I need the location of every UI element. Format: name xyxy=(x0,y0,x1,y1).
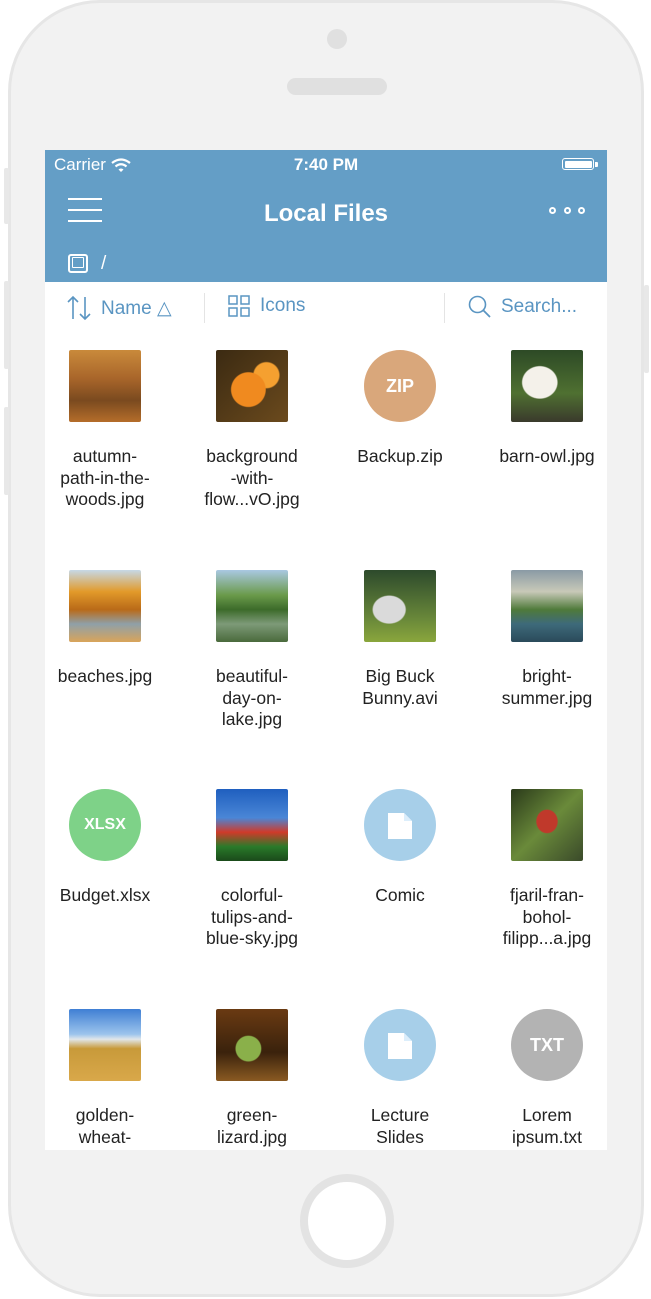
file-name-line: Lorem xyxy=(522,1105,572,1125)
image-thumbnail xyxy=(216,350,288,422)
image-thumbnail xyxy=(511,789,583,861)
file-name-line: ipsum.txt xyxy=(511,1126,583,1147)
tablet-device-icon[interactable] xyxy=(68,254,88,273)
mute-switch xyxy=(4,168,9,224)
file-name-label: green-lizard.jpg xyxy=(178,1105,326,1148)
file-name-line: filipp...a.jpg xyxy=(502,928,592,948)
file-name-label: beaches.jpg xyxy=(45,666,179,688)
video-thumbnail xyxy=(364,570,436,642)
file-name-label: Comic xyxy=(326,885,474,907)
power-button xyxy=(644,285,649,373)
file-type-badge: ZIP xyxy=(385,375,414,396)
earpiece-speaker xyxy=(287,78,387,95)
battery-icon xyxy=(562,158,598,170)
image-thumbnail xyxy=(69,570,141,642)
search-input[interactable]: Search... xyxy=(468,295,577,318)
volume-up-button xyxy=(4,281,9,369)
search-placeholder: Search... xyxy=(501,295,578,317)
file-name-line: lake.jpg xyxy=(221,709,283,729)
file-name-label: Budget.xlsx xyxy=(45,885,179,907)
folder-icon xyxy=(364,789,436,861)
file-name-label: autumn-path-in-the-woods.jpg xyxy=(45,446,179,511)
volume-down-button xyxy=(4,407,9,495)
view-label: Icons xyxy=(260,295,306,316)
file-name-line: Backup.zip xyxy=(357,446,443,466)
toolbar: Name △ Icons Search... xyxy=(45,282,607,336)
file-name-line: bohol- xyxy=(522,906,572,927)
sort-label: Name △ xyxy=(101,297,172,319)
image-thumbnail xyxy=(69,350,141,422)
page-title: Local Files xyxy=(263,200,389,227)
image-thumbnail xyxy=(216,1009,288,1081)
more-dots-icon[interactable] xyxy=(549,205,585,217)
image-thumbnail xyxy=(511,350,583,422)
file-name-line: barn-owl.jpg xyxy=(499,446,595,466)
file-name-line: beaches.jpg xyxy=(57,666,153,686)
file-name-line: wheat- xyxy=(78,1126,132,1147)
file-name-label: colorful-tulips-and-blue-sky.jpg xyxy=(178,885,326,950)
front-camera xyxy=(327,29,347,49)
file-name-line: Comic xyxy=(375,885,425,905)
file-name-label: beautiful-day-on-lake.jpg xyxy=(178,666,326,731)
file-name-line: green- xyxy=(226,1105,278,1125)
app-screen: Carrier 7:40 PM Local Files / Name △ Ico… xyxy=(45,150,607,1150)
file-name-line: summer.jpg xyxy=(501,687,593,708)
file-name-line: blue-sky.jpg xyxy=(205,928,299,948)
home-button[interactable] xyxy=(300,1174,394,1268)
file-name-line: beautiful- xyxy=(216,666,288,686)
file-type-badge: TXT xyxy=(530,1034,564,1055)
file-name-line: Budget.xlsx xyxy=(59,885,151,905)
file-name-label: Lorem ipsum.txt xyxy=(473,1105,607,1148)
file-name-line: lizard.jpg xyxy=(216,1126,288,1147)
file-name-line: fjaril-fran- xyxy=(510,885,584,905)
file-name-line: woods.jpg xyxy=(65,489,145,509)
image-thumbnail xyxy=(216,789,288,861)
sort-button[interactable]: Name △ xyxy=(67,295,172,321)
view-mode-button[interactable]: Icons xyxy=(228,295,305,317)
file-name-label: golden-wheat- xyxy=(45,1105,179,1148)
xlsx-file-icon: XLSX xyxy=(69,789,141,861)
file-name-label: Big Buck Bunny.avi xyxy=(326,666,474,709)
txt-file-icon: TXT xyxy=(511,1009,583,1081)
sort-arrows-icon xyxy=(67,295,91,321)
file-name-line: golden- xyxy=(75,1105,135,1125)
breadcrumb-path[interactable]: / xyxy=(101,253,106,275)
file-name-label: barn-owl.jpg xyxy=(473,446,607,468)
file-name-line: Bunny.avi xyxy=(362,687,438,708)
file-name-line: Big Buck xyxy=(365,666,435,686)
file-name-label: Backup.zip xyxy=(326,446,474,468)
file-name-line: autumn- xyxy=(72,446,138,466)
file-name-line: path-in-the- xyxy=(60,467,150,488)
image-thumbnail xyxy=(69,1009,141,1081)
file-name-line: colorful- xyxy=(220,885,284,905)
file-name-line: flow...vO.jpg xyxy=(204,489,300,509)
file-name-line: Lecture xyxy=(370,1105,430,1125)
grid-view-icon xyxy=(228,295,250,317)
toolbar-divider xyxy=(204,293,205,323)
file-name-line: bright- xyxy=(522,666,572,686)
file-name-line: day-on- xyxy=(222,687,282,708)
file-name-line: -with- xyxy=(230,467,274,488)
file-name-label: fjaril-fran-bohol-filipp...a.jpg xyxy=(473,885,607,950)
image-thumbnail xyxy=(216,570,288,642)
file-name-line: Slides xyxy=(376,1126,424,1147)
file-name-label: Lecture Slides xyxy=(326,1105,474,1148)
folder-icon xyxy=(364,1009,436,1081)
status-time: 7:40 PM xyxy=(293,155,359,174)
file-type-badge: XLSX xyxy=(84,816,126,833)
file-name-line: background xyxy=(206,446,298,466)
image-thumbnail xyxy=(511,570,583,642)
toolbar-divider xyxy=(444,293,445,323)
file-name-label: bright-summer.jpg xyxy=(473,666,607,709)
search-icon xyxy=(468,295,491,318)
zip-file-icon: ZIP xyxy=(364,350,436,422)
navigation-bar: Carrier 7:40 PM Local Files / xyxy=(45,150,607,282)
file-name-label: background -with-flow...vO.jpg xyxy=(178,446,326,511)
file-name-line: tulips-and- xyxy=(211,906,293,927)
